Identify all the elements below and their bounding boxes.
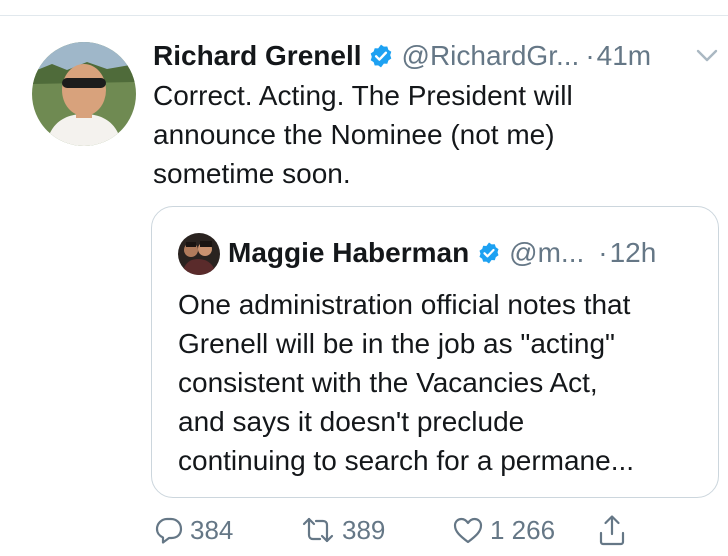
verified-badge-icon (368, 43, 394, 69)
quoted-text-line: continuing to search for a permane... (178, 445, 635, 476)
tweet-actions: 384 389 1 266 (154, 512, 634, 548)
retweet-icon (300, 515, 336, 545)
quoted-avatar[interactable] (178, 233, 220, 275)
retweet-count: 389 (342, 514, 386, 545)
author-handle[interactable]: @RichardGr... (402, 40, 580, 72)
divider (0, 15, 728, 16)
retweet-button[interactable]: 389 (300, 512, 385, 548)
quoted-tweet-card[interactable]: Maggie Haberman @m... · 12h One administ… (151, 206, 719, 498)
tweet-text: Correct. Acting. The President will anno… (153, 76, 713, 193)
quoted-text-line: consistent with the Vacancies Act, (178, 367, 598, 398)
separator-dot: · (585, 40, 595, 71)
timestamp[interactable]: 41m (597, 40, 651, 72)
quoted-tweet-header: Maggie Haberman @m... · 12h (228, 235, 656, 271)
tweet-header: Richard Grenell @RichardGr... · 41m (153, 38, 651, 74)
chevron-down-icon[interactable] (694, 46, 720, 66)
quoted-text-line: and says it doesn't preclude (178, 406, 525, 437)
quoted-text-line: One administration official notes that (178, 289, 631, 320)
reply-icon (154, 515, 184, 545)
like-icon (452, 515, 484, 545)
verified-badge-icon (477, 241, 501, 265)
previous-tweet-edge (0, 0, 728, 16)
quoted-timestamp[interactable]: 12h (610, 237, 657, 269)
quoted-author-handle[interactable]: @m... (509, 237, 584, 269)
share-icon (597, 513, 627, 547)
like-count: 1 266 (490, 514, 556, 545)
like-button[interactable]: 1 266 (452, 512, 555, 548)
reply-button[interactable]: 384 (154, 512, 233, 548)
tweet-text-line: Correct. Acting. The President will (153, 80, 573, 111)
quoted-tweet-text: One administration official notes that G… (178, 285, 708, 480)
reply-count: 384 (190, 514, 234, 545)
avatar[interactable] (32, 42, 136, 146)
tweet-text-line: announce the Nominee (not me) (153, 119, 555, 150)
share-button[interactable] (597, 512, 627, 548)
quoted-text-line: Grenell will be in the job as "acting" (178, 328, 615, 359)
separator-dot: · (598, 237, 608, 268)
quoted-author-name[interactable]: Maggie Haberman (228, 237, 469, 269)
tweet-text-line: sometime soon. (153, 158, 351, 189)
author-name[interactable]: Richard Grenell (153, 40, 362, 72)
